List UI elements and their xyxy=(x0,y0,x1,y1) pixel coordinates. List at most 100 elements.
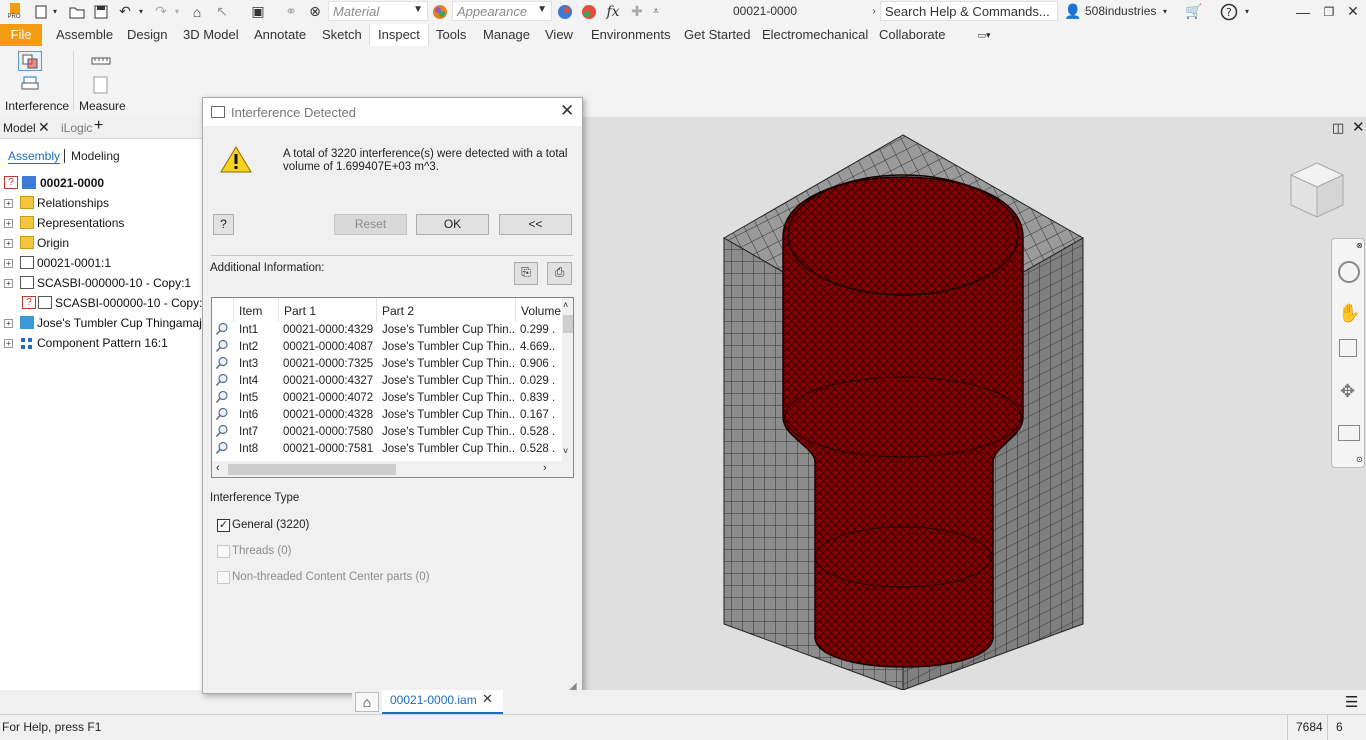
new-file-icon[interactable] xyxy=(32,3,50,20)
tab-electromechanical[interactable]: Electromechanical xyxy=(754,24,876,46)
tab-manage[interactable]: Manage xyxy=(475,24,538,46)
scroll-thumb[interactable] xyxy=(563,315,573,333)
add-browser-icon[interactable]: + xyxy=(94,117,103,135)
parameters-icon[interactable]: fx xyxy=(602,3,624,20)
close-browser-icon[interactable]: ✕ xyxy=(38,119,50,136)
reset-button[interactable]: Reset xyxy=(334,214,407,235)
minimize-icon[interactable]: — xyxy=(1294,3,1312,20)
redo-icon[interactable]: ↷ xyxy=(152,3,170,20)
viewport-layout-icon[interactable]: ◫ xyxy=(1332,120,1344,136)
expand-icon[interactable]: + xyxy=(4,339,13,348)
tab-get-started[interactable]: Get Started xyxy=(676,24,758,46)
magnifier-icon[interactable] xyxy=(215,441,231,461)
measure-button[interactable] xyxy=(90,52,112,70)
restore-icon[interactable]: ❐ xyxy=(1320,3,1338,20)
tab-inspect[interactable]: Inspect xyxy=(369,24,429,46)
region-properties-button[interactable] xyxy=(90,76,112,94)
dialog-close-icon[interactable]: ✕ xyxy=(560,101,574,121)
design-doctor-icon[interactable]: ⊗ xyxy=(306,3,324,20)
browser-tab-ilogic[interactable]: iLogic xyxy=(61,121,92,135)
tree-item-part[interactable]: + Jose's Tumbler Cup Thingamajig v3 xyxy=(0,313,203,333)
viewport-close-icon[interactable]: ✕ xyxy=(1352,118,1365,136)
clear-appearance-icon[interactable] xyxy=(556,3,574,20)
tab-tools[interactable]: Tools xyxy=(428,24,474,46)
help-icon[interactable]: ? xyxy=(1218,3,1240,20)
column-header-volume[interactable]: Volume xyxy=(516,298,562,322)
general-checkbox[interactable]: ✓ xyxy=(217,519,230,532)
tab-assemble[interactable]: Assemble xyxy=(48,24,121,46)
table-row[interactable]: Int3 00021-0000:7325 Jose's Tumbler Cup Th… xyxy=(212,356,562,373)
help-dropdown-icon[interactable]: ▾ xyxy=(1242,3,1252,20)
zoom-window-icon[interactable] xyxy=(1339,339,1357,357)
ribbon-display-toggle-icon[interactable]: ▭▾ xyxy=(970,29,998,42)
tab-annotate[interactable]: Annotate xyxy=(246,24,314,46)
steering-wheel-icon[interactable] xyxy=(1338,261,1360,283)
table-row[interactable]: Int5 00021-0000:4072 Jose's Tumbler Cup Th… xyxy=(212,390,562,407)
document-menu-icon[interactable]: ☰ xyxy=(1345,693,1358,711)
add-icon[interactable]: ✚ xyxy=(628,3,646,20)
h-scroll-thumb[interactable] xyxy=(228,464,396,475)
contact-solver-button[interactable] xyxy=(18,74,42,94)
link-icon[interactable]: ⚭ xyxy=(282,3,300,20)
close-icon[interactable]: ✕ xyxy=(1344,3,1362,20)
expand-icon[interactable]: + xyxy=(4,199,13,208)
tree-item-part[interactable]: ? SCASBI-000000-10 - Copy:2 ( xyxy=(0,293,203,313)
tab-environments[interactable]: Environments xyxy=(583,24,678,46)
tab-design[interactable]: Design xyxy=(119,24,175,46)
tree-item-relationships[interactable]: + Relationships xyxy=(0,193,203,213)
expand-icon[interactable]: + xyxy=(4,259,13,268)
home-tab-icon[interactable]: ⌂ xyxy=(355,692,379,712)
select-icon[interactable]: ↖ xyxy=(212,3,232,20)
tree-item-part[interactable]: + SCASBI-000000-10 - Copy:1 xyxy=(0,273,203,293)
material-combo[interactable]: Material ▼ xyxy=(328,1,428,21)
table-horizontal-scrollbar[interactable]: ‹ › xyxy=(212,461,573,477)
navbar-customize-icon[interactable]: ⊙ xyxy=(1356,455,1363,464)
scroll-left-icon[interactable]: ‹ xyxy=(216,462,220,474)
scroll-up-icon[interactable]: ˄ xyxy=(563,300,568,310)
orbit-icon[interactable]: ✥ xyxy=(1340,381,1355,402)
scroll-down-icon[interactable]: ˅ xyxy=(563,446,568,456)
threads-checkbox[interactable] xyxy=(217,545,230,558)
help-button[interactable]: ? xyxy=(213,214,234,235)
tree-item-origin[interactable]: + Origin xyxy=(0,233,203,253)
table-vertical-scrollbar[interactable]: ˄ ˅ xyxy=(562,298,573,461)
tab-sketch[interactable]: Sketch xyxy=(314,24,370,46)
mode-assembly[interactable]: Assembly xyxy=(8,149,61,164)
tree-root[interactable]: ? 00021-0000 xyxy=(0,173,203,193)
collapse-button[interactable]: << xyxy=(499,214,572,235)
table-row[interactable]: Int4 00021-0000:4327 Jose's Tumbler Cup Th… xyxy=(212,373,562,390)
expand-icon[interactable]: + xyxy=(4,279,13,288)
scroll-right-icon[interactable]: › xyxy=(543,462,547,474)
print-button[interactable]: ⎙ xyxy=(547,262,572,285)
open-icon[interactable] xyxy=(68,3,86,20)
document-tab[interactable]: 00021-0000.iam ✕ xyxy=(382,690,503,714)
tree-item-pattern[interactable]: + Component Pattern 16:1 xyxy=(0,333,203,353)
table-row[interactable]: Int6 00021-0000:4328 Jose's Tumbler Cup Th… xyxy=(212,407,562,424)
redo-dropdown-icon[interactable]: ▾ xyxy=(172,3,182,20)
copy-to-clipboard-button[interactable]: ⎘ xyxy=(514,262,538,285)
column-header-part1[interactable]: Part 1 xyxy=(279,298,377,322)
save-icon[interactable] xyxy=(92,3,110,20)
user-dropdown-icon[interactable]: ▾ xyxy=(1160,3,1170,20)
expand-icon[interactable]: + xyxy=(4,319,13,328)
tree-item-representations[interactable]: + Representations xyxy=(0,213,203,233)
appearance-combo[interactable]: Appearance ▼ xyxy=(452,1,552,21)
help-search-input[interactable]: Search Help & Commands... xyxy=(880,1,1058,21)
table-row[interactable]: Int1 00021-0000:4329 Jose's Tumbler Cup Th… xyxy=(212,322,562,339)
home-icon[interactable]: ⌂ xyxy=(188,3,206,20)
tab-collaborate[interactable]: Collaborate xyxy=(871,24,954,46)
view-cube[interactable] xyxy=(1285,159,1349,223)
app-logo-icon[interactable]: PRO xyxy=(4,3,24,20)
tab-file[interactable]: File xyxy=(0,24,42,46)
pan-icon[interactable]: ✋ xyxy=(1338,303,1360,324)
column-header-part2[interactable]: Part 2 xyxy=(377,298,516,322)
new-dropdown-icon[interactable]: ▾ xyxy=(50,3,60,20)
tree-item-part[interactable]: + 00021-0001:1 xyxy=(0,253,203,273)
tab-view[interactable]: View xyxy=(537,24,581,46)
user-name[interactable]: 508industries xyxy=(1085,4,1156,18)
tab-3d-model[interactable]: 3D Model xyxy=(175,24,247,46)
update-icon[interactable]: ▣ xyxy=(248,3,268,20)
look-at-icon[interactable] xyxy=(1338,425,1360,441)
user-icon[interactable]: 👤 xyxy=(1064,3,1082,20)
undo-icon[interactable]: ↶ xyxy=(116,3,134,20)
